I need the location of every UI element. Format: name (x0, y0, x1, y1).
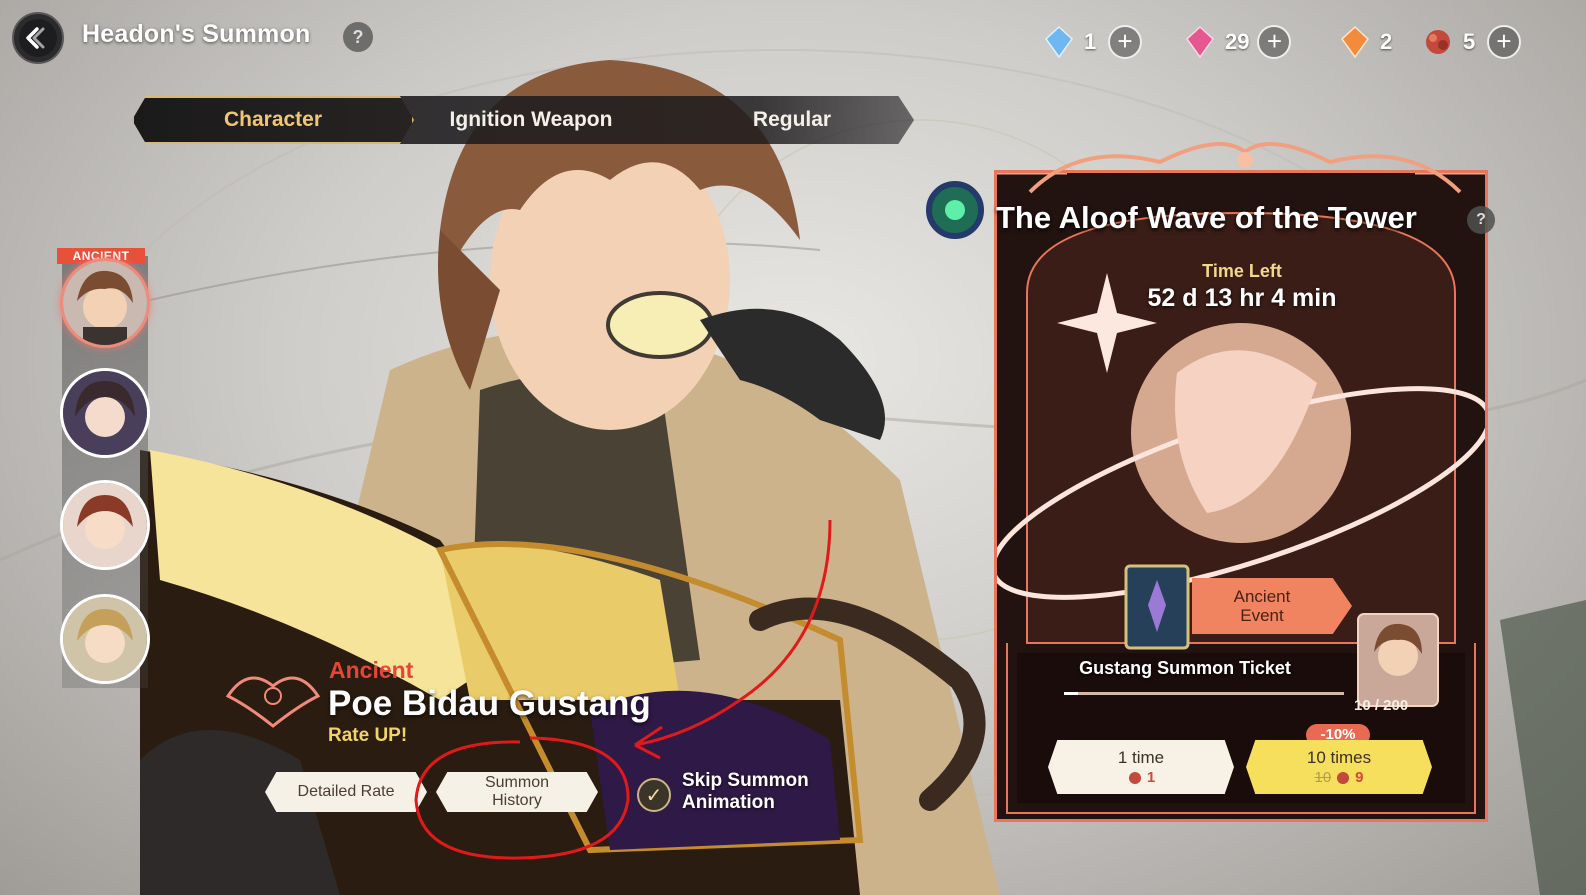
portrait-character-4[interactable] (60, 594, 150, 684)
summon-10-original-cost: 10 (1314, 769, 1332, 786)
currency-orange-crystal: 2 (1338, 22, 1396, 62)
event-badge-line1: Ancient (1233, 587, 1291, 606)
summon-10-cost: 10 9 (1314, 769, 1363, 786)
blue-crystal-icon (1045, 25, 1073, 59)
event-badge-line2: Event (1240, 606, 1284, 625)
character-rarity: Ancient (329, 657, 414, 683)
banner-title: The Aloof Wave of the Tower (996, 200, 1417, 235)
tab-character[interactable]: Character (132, 96, 414, 144)
add-blue-crystal-button[interactable]: + (1108, 25, 1142, 59)
currency-blue-crystal: 1 + (1042, 22, 1142, 62)
currency-amount: 2 (1380, 29, 1393, 54)
page-title: Headon's Summon (82, 20, 311, 48)
portrait-character-2[interactable] (60, 368, 150, 458)
skip-animation-label: Skip Summon Animation (682, 770, 809, 814)
summon-ticket-book-icon (1124, 564, 1190, 650)
character-name: Poe Bidau Gustang (328, 684, 651, 723)
pity-character-portrait (1357, 613, 1439, 707)
back-arrow-icon (19, 19, 57, 57)
banner-crown-ornament (1028, 142, 1462, 194)
add-summon-ticket-button[interactable]: + (1487, 25, 1521, 59)
summon-ticket-icon (1426, 30, 1450, 54)
summon-10-label: 10 times (1306, 748, 1372, 767)
summon-1-button[interactable]: 1 time 1 (1048, 740, 1234, 794)
back-button[interactable] (12, 12, 64, 64)
help-button[interactable]: ? (343, 22, 373, 52)
currency-summon-ticket: 5 + (1421, 22, 1521, 62)
portrait-gustang[interactable] (60, 258, 150, 348)
summon-history-label-line2: History (492, 792, 542, 809)
banner-help-button[interactable]: ? (1467, 206, 1495, 234)
currency-amount: 1 (1084, 29, 1097, 54)
pink-crystal-icon (1186, 25, 1214, 59)
add-pink-crystal-button[interactable]: + (1257, 25, 1292, 59)
pity-counter: 10 / 200 (1354, 697, 1409, 714)
rate-up-label: Rate UP! (328, 725, 408, 746)
summon-ticket-label: Gustang Summon Ticket (1079, 658, 1291, 678)
summon-ticket-icon (1337, 771, 1350, 784)
skip-label-line1: Skip Summon (682, 770, 809, 791)
summon-1-cost: 1 (1127, 769, 1155, 786)
summon-10-cost-value: 9 (1355, 769, 1364, 786)
skip-animation-checkbox[interactable]: ✓ (637, 778, 671, 812)
tab-ignition-weapon[interactable]: Ignition Weapon (420, 96, 642, 144)
summon-1-cost-value: 1 (1146, 769, 1156, 786)
time-left-value: 52 d 13 hr 4 min (1147, 284, 1337, 312)
pity-progress-fill (1064, 692, 1078, 695)
currency-pink-crystal: 29 + (1183, 22, 1292, 62)
skip-label-line2: Animation (682, 792, 775, 813)
currency-amount: 5 (1463, 29, 1476, 54)
portrait-character-3[interactable] (60, 480, 150, 570)
currency-amount: 29 (1225, 29, 1250, 54)
time-left-label: Time Left (1202, 261, 1282, 281)
ancient-event-badge: Ancient Event (1192, 578, 1352, 634)
summon-1-label: 1 time (1117, 748, 1165, 767)
summon-history-label-line1: Summon (484, 774, 550, 791)
summon-10-button[interactable]: 10 times 10 9 (1246, 740, 1432, 794)
summon-ticket-icon (1128, 771, 1141, 784)
orange-crystal-icon (1341, 25, 1369, 59)
ancient-emblem-icon (225, 676, 321, 728)
detailed-rate-button[interactable]: Detailed Rate (265, 772, 427, 812)
summon-history-button[interactable]: Summon History (436, 772, 598, 812)
tab-regular[interactable]: Regular (690, 96, 894, 144)
character-illustration (140, 60, 1000, 895)
pity-progress-bar (1064, 692, 1344, 695)
